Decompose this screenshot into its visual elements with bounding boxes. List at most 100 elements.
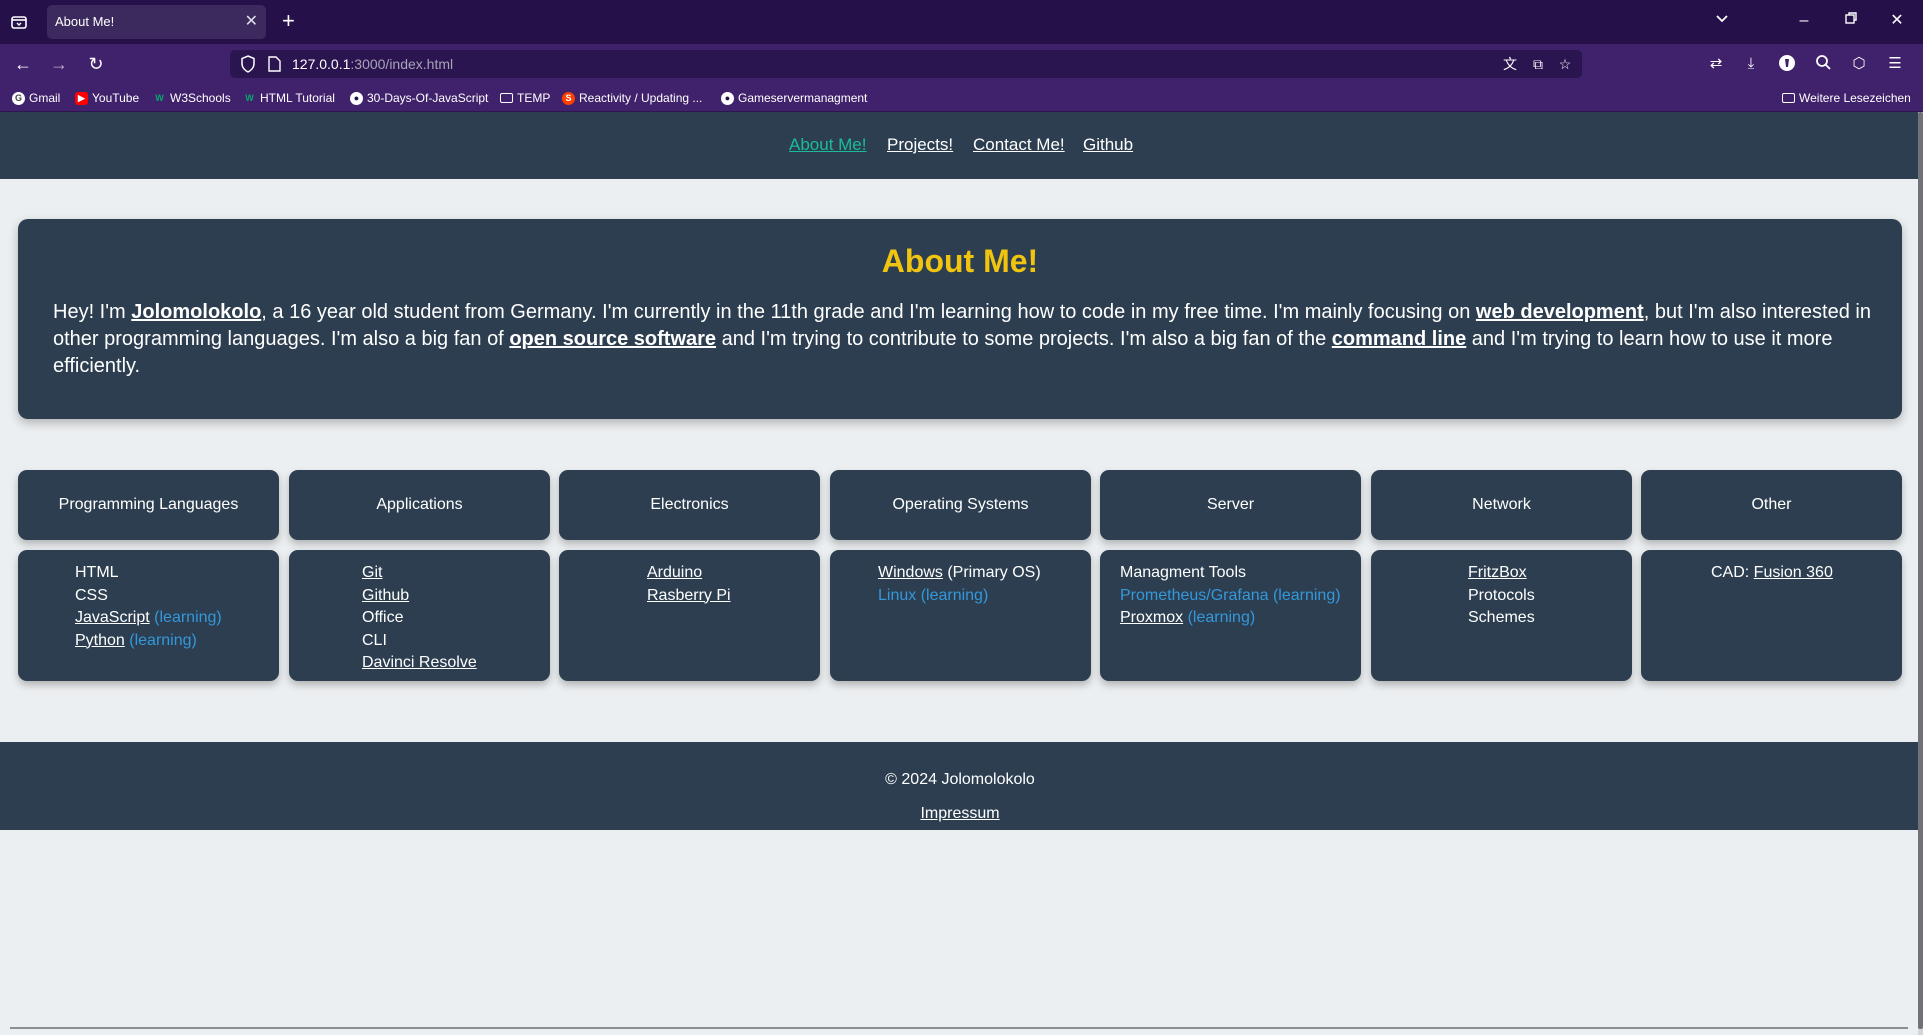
bookmark-gmail[interactable]: G Gmail <box>12 91 60 105</box>
item-arduino-link[interactable]: Arduino <box>647 564 702 581</box>
learning-note: (learning) <box>1187 609 1256 626</box>
item-cad-label: CAD: <box>1711 564 1754 581</box>
item-protocols: Protocols <box>1468 586 1535 604</box>
bookmark-label: YouTube <box>92 91 140 105</box>
network-list-card: FritzBox Protocols Schemes <box>1371 550 1632 681</box>
bookmark-temp-folder[interactable]: TEMP <box>500 91 550 105</box>
extensions-icon[interactable]: ⬡ <box>1849 54 1869 74</box>
list-item: CSS <box>75 585 222 608</box>
copyright-text: © 2024 Jolomolokolo <box>885 771 1035 788</box>
bookmark-html-tutorial[interactable]: W HTML Tutorial <box>243 91 335 105</box>
operating-systems-list: Windows (Primary OS) Linux (learning) <box>878 562 1041 607</box>
restore-icon[interactable] <box>1836 10 1866 32</box>
bookmark-w3schools[interactable]: W W3Schools <box>153 91 231 105</box>
bookmark-star-icon[interactable]: ☆ <box>1556 55 1574 73</box>
bookmark-gameservermanagment[interactable]: ● Gameservermanagment <box>721 91 867 105</box>
list-item: Office <box>362 607 477 630</box>
sync-tabs-icon[interactable]: ⇄ <box>1706 54 1726 74</box>
item-windows-note: (Primary OS) <box>942 564 1041 581</box>
tracking-protection-icon[interactable] <box>240 55 256 78</box>
category-operating-systems: Operating Systems <box>830 470 1091 540</box>
item-python-link[interactable]: Python <box>75 632 125 649</box>
item-fritzbox-link[interactable]: FritzBox <box>1468 564 1527 581</box>
vertical-scrollbar-thumb[interactable] <box>1918 112 1923 1029</box>
forward-icon[interactable]: → <box>46 52 72 76</box>
item-git-link[interactable]: Git <box>362 564 382 581</box>
bookmark-reactivity[interactable]: S Reactivity / Updating ... <box>562 91 702 105</box>
bookmark-label: Reactivity / Updating ... <box>579 91 703 105</box>
item-proxmox-link[interactable]: Proxmox <box>1120 609 1183 626</box>
new-tab-icon[interactable]: + <box>282 9 295 33</box>
electronics-list: Arduino Rasberry Pi <box>647 562 731 607</box>
category-electronics: Electronics <box>559 470 820 540</box>
impressum-link[interactable]: Impressum <box>920 805 999 822</box>
nav-link-github[interactable]: Github <box>1083 135 1133 155</box>
open-source-link[interactable]: open source software <box>509 328 716 350</box>
browser-tab-bar: About Me! ✕ + – ✕ <box>0 0 1923 44</box>
bookmarks-bar: G Gmail ▶ YouTube W W3Schools W HTML Tutoria… <box>0 84 1923 112</box>
w3schools-icon: W <box>155 92 164 103</box>
list-item: CLI <box>362 630 477 653</box>
tab-list-icon[interactable] <box>9 12 29 32</box>
close-window-icon[interactable]: ✕ <box>1882 10 1912 32</box>
reload-icon[interactable]: ↻ <box>83 52 109 76</box>
menu-icon[interactable]: ☰ <box>1885 54 1905 74</box>
list-item: HTML <box>75 562 222 585</box>
bookmark-label: Gmail <box>29 91 61 105</box>
item-raspberry-pi-link[interactable]: Rasberry Pi <box>647 587 731 604</box>
translate-page-icon[interactable]: ⧉ <box>1529 55 1547 73</box>
list-item: Github <box>362 585 477 608</box>
item-javascript-link[interactable]: JavaScript <box>75 609 150 626</box>
list-item: CAD: Fusion 360 <box>1711 562 1833 585</box>
url-text[interactable]: 127.0.0.1:3000/index.html <box>292 56 453 72</box>
minimize-icon[interactable]: – <box>1789 10 1819 32</box>
nav-link-projects[interactable]: Projects! <box>887 135 953 155</box>
search-icon[interactable] <box>1813 54 1833 74</box>
programming-languages-list: HTML CSS JavaScript (learning) Python (l… <box>75 562 222 652</box>
name-link[interactable]: Jolomolokolo <box>131 301 261 323</box>
url-bar[interactable]: 127.0.0.1:3000/index.html 文 ⧉ ☆ <box>230 50 1582 78</box>
electronics-list-card: Arduino Rasberry Pi <box>559 550 820 681</box>
page-info-icon[interactable] <box>268 56 281 77</box>
close-tab-icon[interactable]: ✕ <box>245 5 258 39</box>
list-item: FritzBox <box>1468 562 1535 585</box>
list-all-tabs-icon[interactable] <box>1707 10 1737 33</box>
item-github-link[interactable]: Github <box>362 587 409 604</box>
browser-tab-active[interactable]: About Me! ✕ <box>47 5 266 39</box>
applications-list: Git Github Office CLI Davinci Resolve <box>362 562 477 675</box>
github-icon: ● <box>721 91 734 105</box>
item-fusion-360-link[interactable]: Fusion 360 <box>1754 564 1833 581</box>
horizontal-scrollbar[interactable] <box>10 1027 1908 1029</box>
server-list: Managment Tools Prometheus/Grafana (lear… <box>1120 562 1341 630</box>
command-line-link[interactable]: command line <box>1332 328 1466 350</box>
bookmark-other-folder[interactable]: Weitere Lesezeichen <box>1782 91 1911 105</box>
item-css: CSS <box>75 586 108 604</box>
translate-icon[interactable]: 文 <box>1501 55 1519 73</box>
back-icon[interactable]: ← <box>10 52 36 76</box>
programming-languages-list-card: HTML CSS JavaScript (learning) Python (l… <box>18 550 279 681</box>
list-item: JavaScript (learning) <box>75 607 222 630</box>
item-windows-link[interactable]: Windows <box>878 564 943 581</box>
bookmark-youtube[interactable]: ▶ YouTube <box>75 91 139 105</box>
bookmark-label: HTML Tutorial <box>260 91 335 105</box>
learning-note: (learning) <box>129 631 197 649</box>
category-other: Other <box>1641 470 1902 540</box>
category-server: Server <box>1100 470 1361 540</box>
downloads-icon[interactable]: ⤓ <box>1741 54 1761 74</box>
browser-navigation-bar: ← → ↻ 127.0.0.1:3000/index.html 文 ⧉ ☆ ⇄ … <box>0 44 1923 84</box>
account-icon[interactable] <box>1777 54 1797 74</box>
web-development-link[interactable]: web development <box>1476 301 1644 323</box>
about-text-part: Hey! I'm <box>53 301 132 323</box>
item-cli: CLI <box>362 631 387 649</box>
bookmark-label: W3Schools <box>170 91 231 105</box>
list-item: Schemes <box>1468 607 1535 630</box>
nav-link-contact[interactable]: Contact Me! <box>973 135 1065 155</box>
list-item: Prometheus/Grafana (learning) <box>1120 585 1341 608</box>
category-applications: Applications <box>289 470 550 540</box>
bookmark-30-days-js[interactable]: ● 30-Days-Of-JavaScript <box>350 91 488 105</box>
page-viewport: About Me! Projects! Contact Me! Github A… <box>0 112 1923 1035</box>
list-item: Linux (learning) <box>878 585 1041 608</box>
nav-link-about[interactable]: About Me! <box>789 135 867 155</box>
list-item: Protocols <box>1468 585 1535 608</box>
item-davinci-resolve-link[interactable]: Davinci Resolve <box>362 654 477 671</box>
